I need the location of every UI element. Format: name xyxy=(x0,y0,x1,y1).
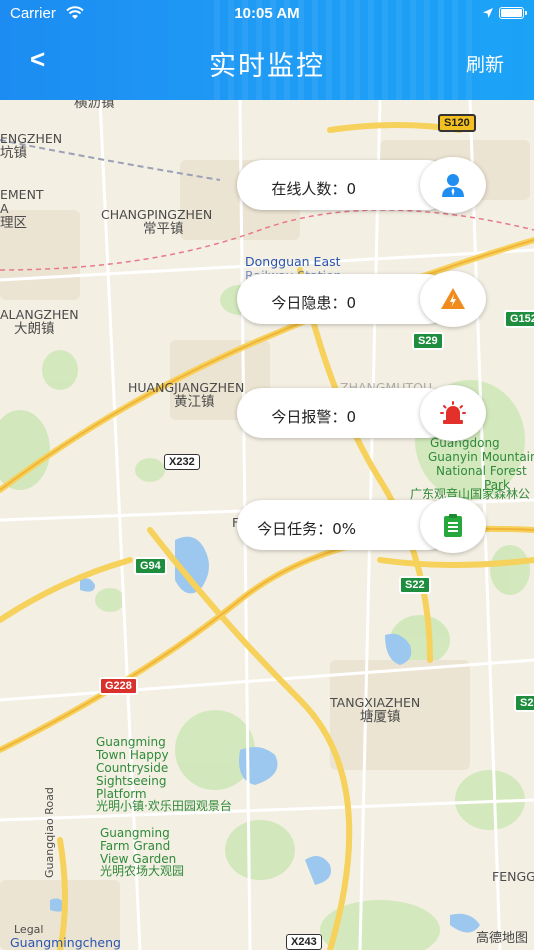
map-label: Guanyin Mountain xyxy=(428,450,534,464)
battery-icon xyxy=(499,7,527,19)
stat-label: 今日隐患：0 xyxy=(271,294,356,312)
map-label: HUANGJIANGZHEN xyxy=(128,380,245,395)
road-shield: G152 xyxy=(504,310,534,328)
task-clipboard-icon xyxy=(444,514,462,537)
stat-icon-button[interactable] xyxy=(420,497,486,553)
map-label: Guangmingcheng xyxy=(10,935,121,950)
map-label: ENGZHEN xyxy=(0,131,63,146)
location-arrow-icon xyxy=(483,8,493,18)
stat-label: 今日报警：0 xyxy=(271,408,356,426)
map-label: National Forest xyxy=(436,464,527,478)
map-label: TANGXIAZHEN xyxy=(330,695,421,710)
refresh-button[interactable]: 刷新 xyxy=(466,50,504,77)
amap-logo: 高德地图 xyxy=(475,931,528,946)
stat-value: 0 xyxy=(346,180,356,198)
road-shield: S29 xyxy=(412,332,444,350)
road-shield: X243 xyxy=(286,934,322,950)
status-bar: Carrier 10:05 AM xyxy=(0,0,534,28)
stat-card-hazards[interactable]: 今日隐患：0 xyxy=(237,271,487,327)
map-label: CHANGPINGZHEN xyxy=(101,207,213,222)
map-label: 光明小镇·欢乐田园观景台 xyxy=(96,799,232,813)
map-label: EMENT xyxy=(0,187,44,202)
road-shield: S2 xyxy=(514,694,534,712)
stat-label: 今日任务：0% xyxy=(257,520,356,538)
hazard-warning-icon xyxy=(441,288,465,309)
nav-header: Carrier 10:05 AM < 实时监控 刷新 xyxy=(0,0,534,100)
stat-value: 0 xyxy=(346,294,356,312)
map-label: 横沥镇 xyxy=(74,100,115,111)
stat-icon-button[interactable] xyxy=(420,385,486,441)
map-label: FENGG xyxy=(492,869,534,884)
alarm-siren-icon xyxy=(440,401,466,424)
map-label: 坑镇 xyxy=(0,145,27,161)
map-label: 光明农场大观园 xyxy=(100,864,185,878)
stat-icon-button[interactable] xyxy=(420,157,486,213)
map-label: ALANGZHEN xyxy=(0,307,79,322)
stat-card-tasks[interactable]: 今日任务：0% xyxy=(237,497,487,553)
user-icon xyxy=(442,174,464,197)
clock-time: 10:05 AM xyxy=(234,5,300,22)
stat-value: 0% xyxy=(332,520,356,538)
map-label: Dongguan East xyxy=(245,254,341,269)
stat-icon-button[interactable] xyxy=(420,271,486,327)
road-shield: X232 xyxy=(164,454,200,470)
stat-card-online-users[interactable]: 在线人数：0 xyxy=(237,157,487,213)
map-label: A xyxy=(0,201,9,216)
stat-label: 在线人数：0 xyxy=(271,180,356,198)
map-label: 大朗镇 xyxy=(14,321,55,337)
page-title: 实时监控 xyxy=(209,51,325,82)
stat-card-alarms[interactable]: 今日报警：0 xyxy=(237,385,487,441)
road-shield: S120 xyxy=(438,114,476,132)
map-label: 塘厦镇 xyxy=(360,709,401,725)
map-label: 理区 xyxy=(0,215,27,231)
road-shield: G228 xyxy=(99,677,138,695)
road-shield: S22 xyxy=(399,576,431,594)
map-label: 常平镇 xyxy=(143,221,184,237)
map-label: Guangqiao Road xyxy=(43,787,56,878)
stat-value: 0 xyxy=(346,408,356,426)
map-label: 黄江镇 xyxy=(174,394,215,410)
road-shield: G94 xyxy=(134,557,167,575)
